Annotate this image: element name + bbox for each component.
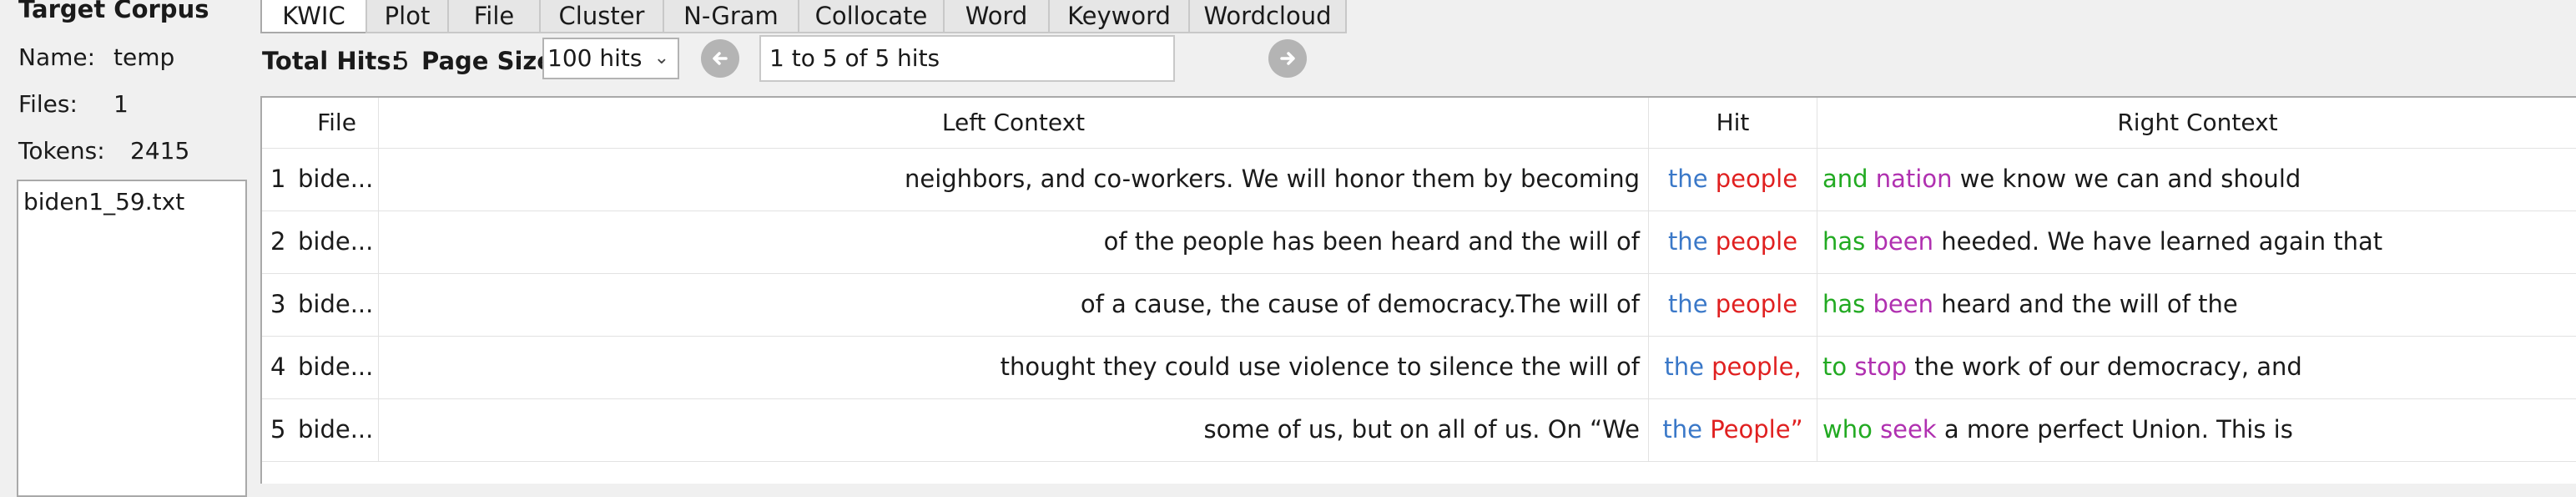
right-word-2: been: [1873, 290, 1933, 318]
right-word-2: seek: [1880, 415, 1937, 444]
arrow-left-circle-icon: [713, 52, 728, 65]
corpus-files-list[interactable]: biden1_59.txt: [17, 180, 247, 497]
row-number: 1: [270, 165, 286, 193]
right-context-cell: who seek a more perfect Union. This is: [1817, 398, 2576, 461]
total-hits-value: 5: [394, 47, 410, 75]
hit-cell: the people: [1649, 273, 1817, 336]
hit-cell: the people: [1649, 148, 1817, 210]
row-number: 4: [270, 352, 286, 381]
corpus-files-label: Files:: [18, 90, 78, 118]
hit-cell: the People”: [1649, 398, 1817, 461]
corpus-name-row: Name: temp: [18, 43, 174, 71]
hit-word: People”: [1710, 415, 1803, 444]
tab-cluster[interactable]: Cluster: [539, 0, 664, 33]
row-number-header: [262, 98, 295, 148]
hit-cell: the people,: [1649, 336, 1817, 398]
hit-word: people: [1715, 290, 1798, 318]
file-cell: bide...: [295, 210, 379, 273]
tab-keyword[interactable]: Keyword: [1048, 0, 1190, 33]
right-word-1: has: [1822, 290, 1866, 318]
list-item[interactable]: biden1_59.txt: [23, 188, 184, 216]
right-word-2: been: [1873, 227, 1933, 256]
table-row[interactable]: 4 bide... thought they could use violenc…: [262, 336, 2576, 399]
hits-range-field[interactable]: 1 to 5 of 5 hits: [759, 35, 1175, 82]
right-context-cell: has been heard and the will of the: [1817, 273, 2576, 336]
corpus-name-label: Name:: [18, 43, 96, 71]
tab-plot[interactable]: Plot: [365, 0, 449, 33]
left-context-column-header[interactable]: Left Context: [379, 98, 1649, 148]
corpus-files-value: 1: [113, 90, 129, 118]
left-context-cell: of the people has been heard and the wil…: [379, 210, 1649, 273]
hit-word: people: [1715, 165, 1798, 193]
hit-the: the: [1667, 290, 1708, 318]
tool-tab-bar: KWIC Plot File Cluster N-Gram Collocate …: [260, 0, 1347, 33]
table-row[interactable]: 3 bide... of a cause, the cause of democ…: [262, 273, 2576, 337]
table-row[interactable]: 2 bide... of the people has been heard a…: [262, 210, 2576, 274]
hit-the: the: [1664, 352, 1704, 381]
right-word-1: to: [1822, 352, 1848, 381]
kwic-toolbar: Total Hits: 5 Page Size 100 hits ⌄ 1 to …: [260, 35, 2576, 84]
tab-collocate[interactable]: Collocate: [798, 0, 945, 33]
arrow-right-circle-icon: [1280, 52, 1295, 65]
file-cell: bide...: [295, 148, 379, 210]
left-context-cell: some of us, but on all of us. On “We: [379, 398, 1649, 461]
right-context-column-header[interactable]: Right Context: [1817, 98, 2576, 148]
hit-cell: the people: [1649, 210, 1817, 273]
tab-ngram[interactable]: N-Gram: [663, 0, 799, 33]
tab-word[interactable]: Word: [943, 0, 1050, 33]
right-word-2: stop: [1854, 352, 1907, 381]
hit-the: the: [1662, 415, 1702, 444]
right-context-cell: to stop the work of our democracy, and: [1817, 336, 2576, 398]
left-context-cell: neighbors, and co-workers. We will honor…: [379, 148, 1649, 210]
right-context-rest: a more perfect Union. This is: [1943, 415, 2293, 444]
left-context-cell: of a cause, the cause of democracy.The w…: [379, 273, 1649, 336]
file-cell: bide...: [295, 336, 379, 398]
row-number: 2: [270, 227, 286, 256]
right-context-cell: has been heeded. We have learned again t…: [1817, 210, 2576, 273]
kwic-results-table: File Left Context Hit Right Context 1 bi…: [260, 96, 2576, 484]
right-context-rest: we know we can and should: [1959, 165, 2301, 193]
page-size-value: 100 hits: [547, 44, 643, 72]
tab-wordcloud[interactable]: Wordcloud: [1188, 0, 1347, 33]
corpus-name-value: temp: [113, 43, 175, 71]
row-number: 5: [270, 415, 286, 444]
right-context-cell: and nation we know we can and should: [1817, 148, 2576, 210]
next-page-button[interactable]: [1268, 39, 1307, 78]
target-corpus-panel: Target Corpus Name: temp Files: 1 Tokens…: [0, 0, 257, 497]
row-number: 3: [270, 290, 286, 318]
right-word-2: nation: [1875, 165, 1953, 193]
corpus-tokens-label: Tokens:: [18, 137, 105, 165]
table-row[interactable]: 5 bide... some of us, but on all of us. …: [262, 398, 2576, 462]
right-word-1: has: [1822, 227, 1866, 256]
right-context-rest: heeded. We have learned again that: [1941, 227, 2383, 256]
left-context-cell: thought they could use violence to silen…: [379, 336, 1649, 398]
chevron-down-icon: ⌄: [653, 48, 669, 68]
tab-kwic[interactable]: KWIC: [260, 0, 367, 33]
tab-file[interactable]: File: [447, 0, 541, 33]
file-cell: bide...: [295, 273, 379, 336]
corpus-tokens-value: 2415: [130, 137, 190, 165]
hit-column-header[interactable]: Hit: [1649, 98, 1817, 148]
right-word-1: and: [1822, 165, 1868, 193]
hit-the: the: [1667, 165, 1708, 193]
file-column-header[interactable]: File: [295, 98, 379, 148]
previous-page-button[interactable]: [701, 39, 739, 78]
corpus-files-row: Files: 1: [18, 90, 129, 118]
hit-word: people,: [1711, 352, 1802, 381]
file-cell: bide...: [295, 398, 379, 461]
target-corpus-title: Target Corpus: [18, 0, 209, 23]
table-header-row: File Left Context Hit Right Context: [262, 98, 2576, 149]
right-context-rest: heard and the will of the: [1941, 290, 2238, 318]
page-size-select[interactable]: 100 hits ⌄: [542, 38, 679, 79]
page-size-label: Page Size: [421, 47, 553, 75]
right-context-rest: the work of our democracy, and: [1914, 352, 2302, 381]
hit-word: people: [1715, 227, 1798, 256]
right-word-1: who: [1822, 415, 1873, 444]
total-hits-label: Total Hits:: [262, 47, 401, 75]
table-row[interactable]: 1 bide... neighbors, and co-workers. We …: [262, 148, 2576, 211]
corpus-tokens-row: Tokens: 2415: [18, 137, 189, 165]
hit-the: the: [1667, 227, 1708, 256]
